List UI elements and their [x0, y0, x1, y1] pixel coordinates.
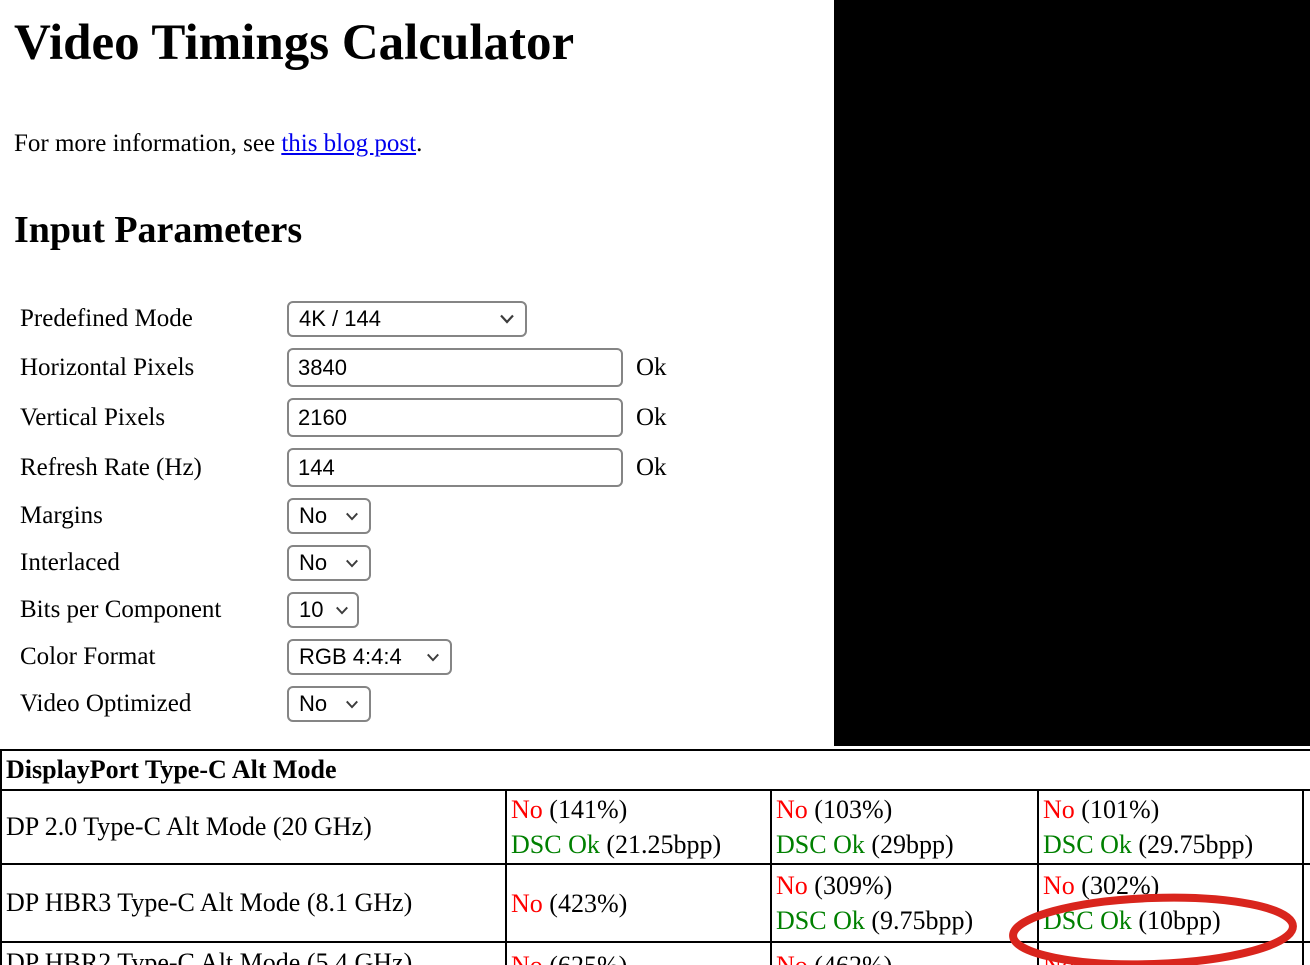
interlaced-label: Interlaced — [20, 549, 120, 577]
horizontal-pixels-label: Horizontal Pixels — [20, 353, 195, 381]
refresh-rate-status: Ok — [636, 453, 667, 481]
table-row: DP HBR3 Type-C Alt Mode (8.1 GHz) No (42… — [0, 863, 1310, 943]
video-optimized-select[interactable]: No — [287, 686, 371, 723]
interlaced-value: No — [299, 550, 328, 576]
margins-label: Margins — [20, 502, 103, 530]
table-row: DP 2.0 Type-C Alt Mode (20 GHz) No (141%… — [0, 789, 1310, 865]
chevron-down-icon — [345, 559, 359, 568]
chevron-down-icon — [426, 653, 440, 662]
result-cell: No (423%) — [505, 863, 772, 943]
color-format-label: Color Format — [20, 643, 156, 671]
chevron-down-icon — [499, 314, 515, 324]
vertical-pixels-label: Vertical Pixels — [20, 403, 166, 431]
interlaced-select[interactable]: No — [287, 545, 371, 582]
horizontal-pixels-status: Ok — [636, 353, 667, 381]
color-format-value: RGB 4:4:4 — [299, 644, 402, 670]
result-cell: No (309%) DSC Ok (9.75bpp) — [770, 863, 1039, 943]
redacted-region — [834, 0, 1310, 746]
chevron-down-icon — [345, 512, 359, 521]
bits-per-component-label: Bits per Component — [20, 596, 222, 624]
vertical-pixels-status: Ok — [636, 403, 667, 431]
mode-label-cell: DP 2.0 Type-C Alt Mode (20 GHz) — [0, 789, 507, 865]
mode-label-cell: DP HBR3 Type-C Alt Mode (8.1 GHz) — [0, 863, 507, 943]
margins-select[interactable]: No — [287, 498, 371, 535]
table-row: DP HBR2 Type-C Alt Mode (5.4 GHz) No (62… — [0, 941, 1310, 965]
page: Video Timings Calculator For more inform… — [0, 0, 1310, 965]
blog-post-link[interactable]: this blog post — [281, 130, 416, 157]
bits-per-component-value: 10 — [299, 597, 324, 623]
refresh-rate-label: Refresh Rate (Hz) — [20, 453, 202, 481]
vertical-pixels-input[interactable] — [287, 398, 623, 438]
intro-suffix: . — [416, 129, 423, 157]
result-cell: No — [1037, 941, 1304, 965]
color-format-select[interactable]: RGB 4:4:4 — [287, 639, 452, 676]
result-cell: No (103%) DSC Ok (29bpp) — [770, 789, 1039, 865]
result-cell — [1301, 941, 1310, 965]
bits-per-component-select[interactable]: 10 — [287, 592, 359, 629]
results-table-title: DisplayPort Type-C Alt Mode — [0, 749, 1310, 791]
horizontal-pixels-input[interactable] — [287, 348, 623, 388]
result-cell — [1301, 789, 1310, 865]
result-cell: No (302%) DSC Ok (10bpp) — [1037, 863, 1304, 943]
chevron-down-icon — [335, 606, 349, 615]
margins-value: No — [299, 503, 328, 529]
predefined-mode-label: Predefined Mode — [20, 305, 193, 333]
chevron-down-icon — [345, 700, 359, 709]
result-cell: No (141%) DSC Ok (21.25bpp) — [505, 789, 772, 865]
results-table-header-row: DisplayPort Type-C Alt Mode — [0, 749, 1310, 791]
video-optimized-label: Video Optimized — [20, 690, 192, 718]
video-optimized-value: No — [299, 691, 328, 717]
result-cell: No (625%) — [505, 941, 772, 965]
results-table: DisplayPort Type-C Alt Mode DP 2.0 Type-… — [0, 749, 1310, 965]
predefined-mode-select[interactable]: 4K / 144 — [287, 301, 527, 338]
predefined-mode-value: 4K / 144 — [299, 306, 381, 332]
result-cell: No (101%) DSC Ok (29.75bpp) — [1037, 789, 1304, 865]
intro-prefix: For more information, see — [14, 129, 282, 157]
mode-label-cell: DP HBR2 Type-C Alt Mode (5.4 GHz) — [0, 941, 507, 965]
result-cell — [1301, 863, 1310, 943]
refresh-rate-input[interactable] — [287, 448, 623, 488]
result-cell: No (462%) — [770, 941, 1039, 965]
